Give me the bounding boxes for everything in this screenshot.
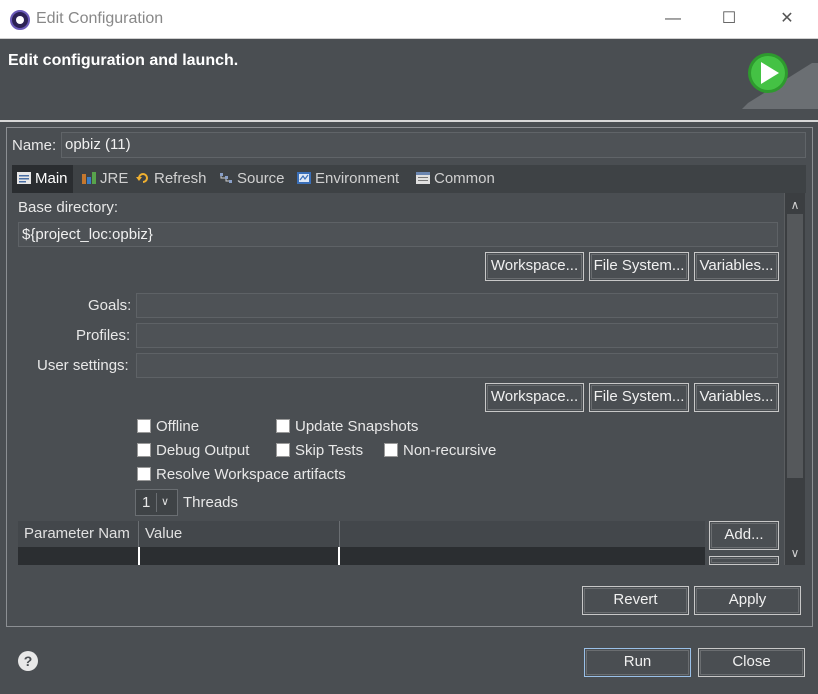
scroll-thumb[interactable]: [787, 214, 803, 478]
main-tab-icon: [17, 172, 31, 184]
empty-header: [340, 521, 705, 547]
parameters-table[interactable]: Parameter Nam Value: [18, 521, 705, 565]
goals-label: Goals:: [88, 297, 132, 314]
vertical-scrollbar[interactable]: ∧ ∨: [784, 193, 805, 565]
environment-icon: [297, 172, 311, 184]
settings-workspace-button[interactable]: Workspace...: [485, 383, 584, 412]
help-icon[interactable]: ?: [18, 651, 38, 671]
base-directory-field[interactable]: ${project_loc:opbiz}: [18, 222, 778, 247]
name-label: Name:: [12, 137, 57, 154]
debug-output-label: Debug Output: [156, 442, 250, 459]
edit-parameter-button[interactable]: [709, 556, 779, 565]
title-bar: Edit Configuration — ☐ ✕: [0, 0, 818, 39]
tab-main-label: Main: [35, 170, 68, 187]
skip-tests-label: Skip Tests: [295, 442, 364, 459]
run-banner-icon: [742, 53, 818, 109]
tab-bar: Main JRE Refresh Source Environment Comm…: [12, 165, 806, 193]
resolve-workspace-checkbox[interactable]: [137, 467, 151, 481]
dialog-header: Edit configuration and launch.: [0, 39, 818, 122]
scroll-up-icon[interactable]: ∧: [789, 199, 801, 211]
tab-main[interactable]: Main: [12, 165, 73, 193]
eclipse-app-icon: [10, 10, 30, 30]
tab-jre-label: JRE: [100, 170, 129, 187]
window-title: Edit Configuration: [36, 10, 164, 27]
settings-variables-button[interactable]: Variables...: [694, 383, 779, 412]
offline-checkbox[interactable]: [137, 419, 151, 433]
settings-file-system-button[interactable]: File System...: [589, 383, 689, 412]
debug-output-checkbox[interactable]: [137, 443, 151, 457]
skip-tests-checkbox[interactable]: [276, 443, 290, 457]
parameter-name-header[interactable]: Parameter Nam: [18, 521, 139, 547]
jre-icon: [82, 172, 96, 184]
main-tab-content: [12, 193, 806, 565]
tab-refresh[interactable]: Refresh: [136, 165, 207, 193]
header-title: Edit configuration and launch.: [8, 52, 239, 69]
non-recursive-label: Non-recursive: [403, 442, 497, 459]
non-recursive-checkbox[interactable]: [384, 443, 398, 457]
base-dir-file-system-button[interactable]: File System...: [589, 252, 689, 281]
profiles-label: Profiles:: [76, 327, 131, 344]
resolve-workspace-label: Resolve Workspace artifacts: [156, 466, 346, 483]
tab-source-label: Source: [237, 170, 285, 187]
value-header[interactable]: Value: [139, 521, 340, 547]
minimize-button[interactable]: —: [650, 4, 696, 34]
tab-refresh-label: Refresh: [154, 170, 207, 187]
add-parameter-button[interactable]: Add...: [709, 521, 779, 550]
tab-common[interactable]: Common: [416, 165, 495, 193]
base-dir-workspace-button[interactable]: Workspace...: [485, 252, 584, 281]
scroll-down-icon[interactable]: ∨: [789, 547, 801, 559]
tab-environment[interactable]: Environment: [297, 165, 399, 193]
user-settings-label: User settings:: [37, 357, 129, 374]
threads-select[interactable]: 1 ∨: [135, 489, 178, 516]
tab-jre[interactable]: JRE: [82, 165, 128, 193]
goals-field[interactable]: [136, 293, 778, 318]
base-directory-label: Base directory:: [18, 199, 119, 216]
profiles-field[interactable]: [136, 323, 778, 348]
close-window-button[interactable]: ✕: [764, 4, 810, 34]
update-snapshots-label: Update Snapshots: [295, 418, 419, 435]
base-dir-variables-button[interactable]: Variables...: [694, 252, 779, 281]
tab-environment-label: Environment: [315, 170, 400, 187]
name-field[interactable]: opbiz (11): [61, 132, 806, 158]
threads-value: 1: [142, 494, 151, 511]
tab-source[interactable]: Source: [219, 165, 285, 193]
update-snapshots-checkbox[interactable]: [276, 419, 290, 433]
chevron-down-icon: ∨: [161, 496, 170, 508]
source-icon: [220, 173, 232, 183]
revert-button[interactable]: Revert: [582, 586, 689, 615]
apply-button[interactable]: Apply: [694, 586, 801, 615]
maximize-button[interactable]: ☐: [706, 4, 752, 34]
threads-label: Threads: [183, 494, 239, 511]
offline-label: Offline: [156, 418, 200, 435]
common-icon: [416, 172, 430, 184]
run-button[interactable]: Run: [584, 648, 691, 677]
user-settings-field[interactable]: [136, 353, 778, 378]
refresh-icon: [136, 173, 148, 183]
close-button[interactable]: Close: [698, 648, 805, 677]
tab-common-label: Common: [434, 170, 495, 187]
